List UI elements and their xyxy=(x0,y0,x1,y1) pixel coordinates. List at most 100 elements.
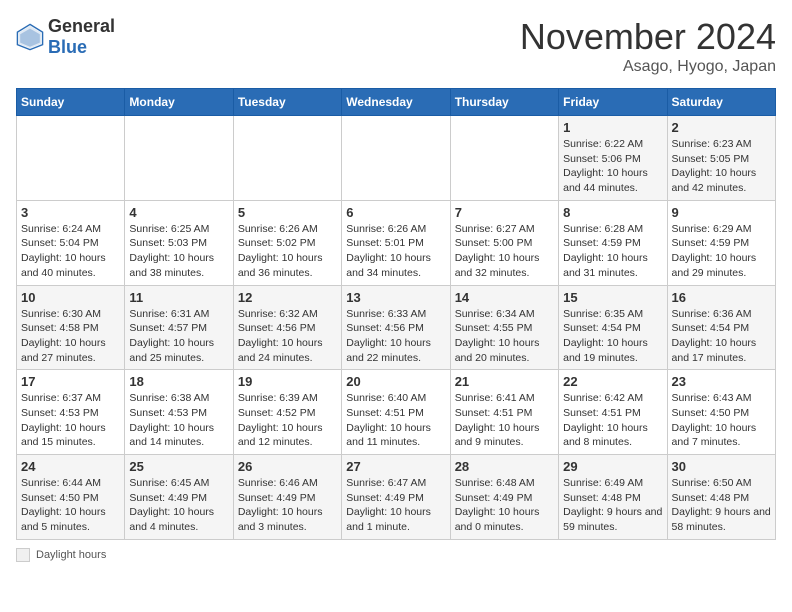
day-info: Sunrise: 6:22 AM Sunset: 5:06 PM Dayligh… xyxy=(563,137,662,196)
day-info: Sunrise: 6:28 AM Sunset: 4:59 PM Dayligh… xyxy=(563,222,662,281)
day-info: Sunrise: 6:26 AM Sunset: 5:02 PM Dayligh… xyxy=(238,222,337,281)
day-number: 20 xyxy=(346,374,445,389)
day-info: Sunrise: 6:46 AM Sunset: 4:49 PM Dayligh… xyxy=(238,476,337,535)
day-number: 2 xyxy=(672,120,771,135)
calendar-cell xyxy=(450,116,558,201)
day-info: Sunrise: 6:37 AM Sunset: 4:53 PM Dayligh… xyxy=(21,391,120,450)
day-info: Sunrise: 6:43 AM Sunset: 4:50 PM Dayligh… xyxy=(672,391,771,450)
day-info: Sunrise: 6:41 AM Sunset: 4:51 PM Dayligh… xyxy=(455,391,554,450)
day-number: 12 xyxy=(238,290,337,305)
legend-box xyxy=(16,548,30,562)
calendar-cell: 15Sunrise: 6:35 AM Sunset: 4:54 PM Dayli… xyxy=(559,285,667,370)
day-number: 14 xyxy=(455,290,554,305)
calendar-cell: 6Sunrise: 6:26 AM Sunset: 5:01 PM Daylig… xyxy=(342,200,450,285)
day-info: Sunrise: 6:29 AM Sunset: 4:59 PM Dayligh… xyxy=(672,222,771,281)
day-number: 24 xyxy=(21,459,120,474)
day-number: 13 xyxy=(346,290,445,305)
calendar-cell: 27 Sunrise: 6:47 AM Sunset: 4:49 PM Dayli… xyxy=(342,455,450,540)
day-number: 19 xyxy=(238,374,337,389)
calendar-week-3: 10 Sunrise: 6:30 AM Sunset: 4:58 PM Dayli… xyxy=(17,285,776,370)
day-info: Sunrise: 6:44 AM Sunset: 4:50 PM Dayligh… xyxy=(21,476,120,535)
day-info: Sunrise: 6:42 AM Sunset: 4:51 PM Dayligh… xyxy=(563,391,662,450)
calendar-cell: 11 Sunrise: 6:31 AM Sunset: 4:57 PM Dayli… xyxy=(125,285,233,370)
logo-blue: Blue xyxy=(48,37,87,57)
calendar-cell: 22 Sunrise: 6:42 AM Sunset: 4:51 PM Dayli… xyxy=(559,370,667,455)
calendar-cell: 1 Sunrise: 6:22 AM Sunset: 5:06 PM Daylig… xyxy=(559,116,667,201)
day-number: 26 xyxy=(238,459,337,474)
calendar-cell: 4Sunrise: 6:25 AM Sunset: 5:03 PM Daylig… xyxy=(125,200,233,285)
calendar-table: SundayMondayTuesdayWednesdayThursdayFrid… xyxy=(16,88,776,540)
day-number: 11 xyxy=(129,290,228,305)
day-info: Sunrise: 6:35 AM Sunset: 4:54 PM Dayligh… xyxy=(563,307,662,366)
day-number: 22 xyxy=(563,374,662,389)
day-number: 23 xyxy=(672,374,771,389)
logo: General Blue xyxy=(16,16,115,58)
day-info: Sunrise: 6:33 AM Sunset: 4:56 PM Dayligh… xyxy=(346,307,445,366)
calendar-cell xyxy=(342,116,450,201)
day-number: 30 xyxy=(672,459,771,474)
calendar-week-5: 24 Sunrise: 6:44 AM Sunset: 4:50 PM Dayli… xyxy=(17,455,776,540)
calendar-week-1: 1 Sunrise: 6:22 AM Sunset: 5:06 PM Daylig… xyxy=(17,116,776,201)
day-header-tuesday: Tuesday xyxy=(233,89,341,116)
calendar-cell: 17 Sunrise: 6:37 AM Sunset: 4:53 PM Dayli… xyxy=(17,370,125,455)
calendar-cell: 30Sunrise: 6:50 AM Sunset: 4:48 PM Dayli… xyxy=(667,455,775,540)
day-number: 10 xyxy=(21,290,120,305)
calendar-cell: 20 Sunrise: 6:40 AM Sunset: 4:51 PM Dayli… xyxy=(342,370,450,455)
calendar-cell: 18Sunrise: 6:38 AM Sunset: 4:53 PM Dayli… xyxy=(125,370,233,455)
day-info: Sunrise: 6:36 AM Sunset: 4:54 PM Dayligh… xyxy=(672,307,771,366)
day-number: 5 xyxy=(238,205,337,220)
day-info: Sunrise: 6:38 AM Sunset: 4:53 PM Dayligh… xyxy=(129,391,228,450)
calendar-cell: 10 Sunrise: 6:30 AM Sunset: 4:58 PM Dayli… xyxy=(17,285,125,370)
day-number: 27 xyxy=(346,459,445,474)
day-info: Sunrise: 6:49 AM Sunset: 4:48 PM Dayligh… xyxy=(563,476,662,535)
day-number: 28 xyxy=(455,459,554,474)
day-number: 4 xyxy=(129,205,228,220)
day-info: Sunrise: 6:34 AM Sunset: 4:55 PM Dayligh… xyxy=(455,307,554,366)
calendar-week-2: 3Sunrise: 6:24 AM Sunset: 5:04 PM Daylig… xyxy=(17,200,776,285)
calendar-cell: 26 Sunrise: 6:46 AM Sunset: 4:49 PM Dayli… xyxy=(233,455,341,540)
calendar-cell xyxy=(233,116,341,201)
day-info: Sunrise: 6:32 AM Sunset: 4:56 PM Dayligh… xyxy=(238,307,337,366)
day-number: 9 xyxy=(672,205,771,220)
title-block: November 2024 Asago, Hyogo, Japan xyxy=(520,16,776,76)
calendar-cell: 25 Sunrise: 6:45 AM Sunset: 4:49 PM Dayli… xyxy=(125,455,233,540)
day-number: 25 xyxy=(129,459,228,474)
day-number: 21 xyxy=(455,374,554,389)
day-header-wednesday: Wednesday xyxy=(342,89,450,116)
calendar-cell: 9 Sunrise: 6:29 AM Sunset: 4:59 PM Daylig… xyxy=(667,200,775,285)
calendar-cell xyxy=(125,116,233,201)
day-header-sunday: Sunday xyxy=(17,89,125,116)
day-info: Sunrise: 6:30 AM Sunset: 4:58 PM Dayligh… xyxy=(21,307,120,366)
legend-label: Daylight hours xyxy=(36,549,106,561)
calendar-cell: 7Sunrise: 6:27 AM Sunset: 5:00 PM Daylig… xyxy=(450,200,558,285)
day-info: Sunrise: 6:47 AM Sunset: 4:49 PM Dayligh… xyxy=(346,476,445,535)
calendar-cell: 14 Sunrise: 6:34 AM Sunset: 4:55 PM Dayli… xyxy=(450,285,558,370)
day-info: Sunrise: 6:24 AM Sunset: 5:04 PM Dayligh… xyxy=(21,222,120,281)
calendar-cell: 3Sunrise: 6:24 AM Sunset: 5:04 PM Daylig… xyxy=(17,200,125,285)
calendar-cell: 8 Sunrise: 6:28 AM Sunset: 4:59 PM Daylig… xyxy=(559,200,667,285)
day-info: Sunrise: 6:39 AM Sunset: 4:52 PM Dayligh… xyxy=(238,391,337,450)
day-number: 6 xyxy=(346,205,445,220)
calendar-header-row: SundayMondayTuesdayWednesdayThursdayFrid… xyxy=(17,89,776,116)
page-header: General Blue November 2024 Asago, Hyogo,… xyxy=(16,16,776,76)
logo-text: General Blue xyxy=(48,16,115,58)
calendar-cell: 28Sunrise: 6:48 AM Sunset: 4:49 PM Dayli… xyxy=(450,455,558,540)
day-info: Sunrise: 6:45 AM Sunset: 4:49 PM Dayligh… xyxy=(129,476,228,535)
calendar-cell: 16Sunrise: 6:36 AM Sunset: 4:54 PM Dayli… xyxy=(667,285,775,370)
day-header-thursday: Thursday xyxy=(450,89,558,116)
calendar-cell: 5 Sunrise: 6:26 AM Sunset: 5:02 PM Daylig… xyxy=(233,200,341,285)
day-number: 8 xyxy=(563,205,662,220)
calendar-cell: 2Sunrise: 6:23 AM Sunset: 5:05 PM Daylig… xyxy=(667,116,775,201)
calendar-cell: 12 Sunrise: 6:32 AM Sunset: 4:56 PM Dayli… xyxy=(233,285,341,370)
calendar-cell: 29Sunrise: 6:49 AM Sunset: 4:48 PM Dayli… xyxy=(559,455,667,540)
calendar-cell: 21 Sunrise: 6:41 AM Sunset: 4:51 PM Dayli… xyxy=(450,370,558,455)
calendar-cell: 24 Sunrise: 6:44 AM Sunset: 4:50 PM Dayli… xyxy=(17,455,125,540)
day-number: 7 xyxy=(455,205,554,220)
day-header-friday: Friday xyxy=(559,89,667,116)
day-number: 17 xyxy=(21,374,120,389)
calendar-week-4: 17 Sunrise: 6:37 AM Sunset: 4:53 PM Dayli… xyxy=(17,370,776,455)
day-info: Sunrise: 6:40 AM Sunset: 4:51 PM Dayligh… xyxy=(346,391,445,450)
day-header-monday: Monday xyxy=(125,89,233,116)
day-number: 1 xyxy=(563,120,662,135)
day-info: Sunrise: 6:31 AM Sunset: 4:57 PM Dayligh… xyxy=(129,307,228,366)
